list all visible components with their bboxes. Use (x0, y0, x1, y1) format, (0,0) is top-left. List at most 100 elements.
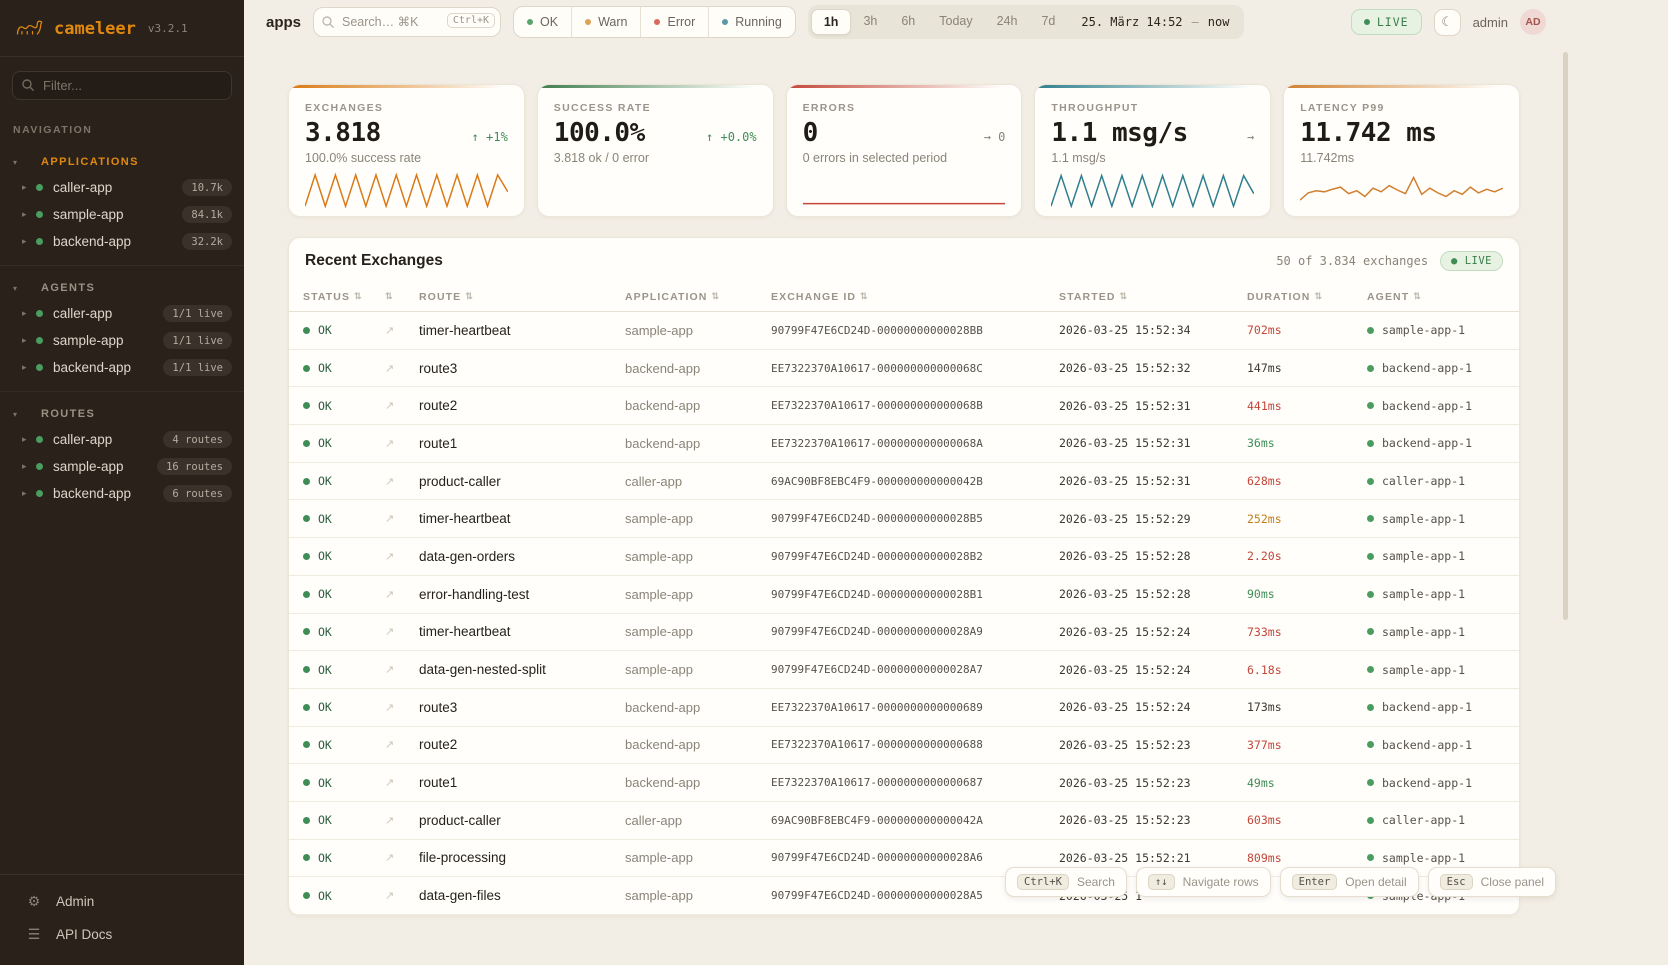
open-detail-icon[interactable]: ↗ (385, 851, 419, 864)
chevron-right-icon: ▸ (22, 362, 36, 373)
open-detail-icon[interactable]: ↗ (385, 663, 419, 676)
range-button-6h[interactable]: 6h (889, 9, 927, 35)
table-row[interactable]: OK↗error-handling-testsample-app90799F47… (289, 576, 1519, 614)
api-docs-label: API Docs (56, 927, 112, 942)
table-row[interactable]: OK↗route2backend-appEE7322370A10617-0000… (289, 727, 1519, 765)
application-cell: sample-app (625, 587, 771, 602)
stat-subtitle: 11.742ms (1300, 151, 1503, 165)
open-detail-icon[interactable]: ↗ (385, 362, 419, 375)
open-detail-icon[interactable]: ↗ (385, 738, 419, 751)
status-label: OK (318, 663, 332, 677)
keyboard-hints: Ctrl+KSearch↑↓Navigate rowsEnterOpen det… (1005, 867, 1556, 897)
range-button-1h[interactable]: 1h (811, 9, 852, 35)
stat-delta: → (1247, 130, 1254, 144)
table-row[interactable]: OK↗data-gen-orderssample-app90799F47E6CD… (289, 538, 1519, 576)
started-cell: 2026-03-25 15:52:24 (1059, 663, 1247, 677)
open-detail-icon[interactable]: ↗ (385, 889, 419, 902)
sidebar-item-backend-app[interactable]: ▸backend-app32.2k (0, 228, 244, 255)
sidebar-item-sample-app[interactable]: ▸sample-app16 routes (0, 453, 244, 480)
table-row[interactable]: OK↗timer-heartbeatsample-app90799F47E6CD… (289, 500, 1519, 538)
live-toggle[interactable]: LIVE (1351, 9, 1422, 35)
open-detail-icon[interactable]: ↗ (385, 814, 419, 827)
sidebar-item-sample-app[interactable]: ▸sample-app1/1 live (0, 327, 244, 354)
stat-subtitle: 100.0% success rate (305, 151, 508, 165)
section-header-applications[interactable]: ▾APPLICATIONS (0, 150, 244, 174)
sidebar-item-caller-app[interactable]: ▸caller-app4 routes (0, 426, 244, 453)
open-detail-icon[interactable]: ↗ (385, 550, 419, 563)
column-header-status[interactable]: STATUS⇅ (289, 291, 385, 303)
open-detail-icon[interactable]: ↗ (385, 588, 419, 601)
item-label: caller-app (53, 432, 112, 447)
open-detail-icon[interactable]: ↗ (385, 776, 419, 789)
column-header-started[interactable]: STARTED⇅ (1059, 291, 1247, 303)
column-header-application[interactable]: APPLICATION⇅ (625, 291, 771, 303)
sidebar-item-backend-app[interactable]: ▸backend-app6 routes (0, 480, 244, 507)
table-row[interactable]: OK↗product-callercaller-app69AC90BF8EBC4… (289, 463, 1519, 501)
exchange-id-cell: EE7322370A10617-0000000000000688 (771, 738, 1059, 751)
open-detail-icon[interactable]: ↗ (385, 475, 419, 488)
sidebar-item-caller-app[interactable]: ▸caller-app10.7k (0, 174, 244, 201)
section-header-routes[interactable]: ▾ROUTES (0, 402, 244, 426)
filter-input[interactable] (12, 71, 232, 100)
open-detail-icon[interactable]: ↗ (385, 324, 419, 337)
table-row[interactable]: OK↗timer-heartbeatsample-app90799F47E6CD… (289, 312, 1519, 350)
search-icon (321, 15, 335, 34)
table-row[interactable]: OK↗route1backend-appEE7322370A10617-0000… (289, 764, 1519, 802)
column-header-expand[interactable]: ⇅ (385, 291, 419, 302)
exchange-id-cell: 90799F47E6CD24D-00000000000028B1 (771, 588, 1059, 601)
open-detail-icon[interactable]: ↗ (385, 512, 419, 525)
route-cell: data-gen-orders (419, 549, 625, 564)
sidebar-item-api-docs[interactable]: ☰ API Docs (0, 918, 244, 951)
recent-exchanges-card: Recent Exchanges 50 of 3.834 exchanges ●… (288, 237, 1520, 916)
sidebar-footer: ⚙ Admin ☰ API Docs (0, 874, 244, 965)
column-header-agent[interactable]: AGENT⇅ (1367, 291, 1519, 303)
sidebar-item-caller-app[interactable]: ▸caller-app1/1 live (0, 300, 244, 327)
table-row[interactable]: OK↗product-callercaller-app69AC90BF8EBC4… (289, 802, 1519, 840)
agent-dot-icon (1367, 628, 1374, 635)
status-filter-ok[interactable]: OK (514, 7, 572, 37)
status-filter-warn[interactable]: Warn (572, 7, 641, 37)
theme-toggle[interactable]: ☾ (1434, 9, 1461, 36)
table-meta: 50 of 3.834 exchanges (1276, 254, 1428, 268)
table-row[interactable]: OK↗route3backend-appEE7322370A10617-0000… (289, 689, 1519, 727)
agent-cell: backend-app-1 (1367, 436, 1519, 450)
open-detail-icon[interactable]: ↗ (385, 437, 419, 450)
sidebar-item-sample-app[interactable]: ▸sample-app84.1k (0, 201, 244, 228)
route-cell: route1 (419, 436, 625, 451)
status-filter-error[interactable]: Error (641, 7, 709, 37)
status-filter-running[interactable]: Running (709, 7, 795, 37)
range-button-3h[interactable]: 3h (851, 9, 889, 35)
column-header-duration[interactable]: DURATION⇅ (1247, 291, 1367, 303)
scrollbar-thumb[interactable] (1563, 52, 1568, 620)
table-row[interactable]: OK↗route1backend-appEE7322370A10617-0000… (289, 425, 1519, 463)
open-detail-icon[interactable]: ↗ (385, 625, 419, 638)
agent-dot-icon (1367, 817, 1374, 824)
item-badge: 32.2k (182, 233, 232, 250)
column-header-exchange-id[interactable]: EXCHANGE ID⇅ (771, 291, 1059, 303)
agent-label: sample-app-1 (1382, 549, 1465, 563)
range-button-24h[interactable]: 24h (985, 9, 1030, 35)
table-row[interactable]: OK↗route2backend-appEE7322370A10617-0000… (289, 387, 1519, 425)
range-button-7d[interactable]: 7d (1029, 9, 1067, 35)
status-cell: OK (289, 738, 385, 752)
sparkline (1051, 172, 1254, 208)
route-cell: error-handling-test (419, 587, 625, 602)
agent-label: sample-app-1 (1382, 323, 1465, 337)
table-row[interactable]: OK↗route3backend-appEE7322370A10617-0000… (289, 350, 1519, 388)
avatar[interactable]: AD (1520, 9, 1546, 35)
sidebar-item-backend-app[interactable]: ▸backend-app1/1 live (0, 354, 244, 381)
sidebar-item-admin[interactable]: ⚙ Admin (0, 885, 244, 918)
column-header-route[interactable]: ROUTE⇅ (419, 291, 625, 303)
range-button-today[interactable]: Today (927, 9, 984, 35)
open-detail-icon[interactable]: ↗ (385, 701, 419, 714)
started-cell: 2026-03-25 15:52:29 (1059, 512, 1247, 526)
status-label: OK (318, 323, 332, 337)
section-header-agents[interactable]: ▾AGENTS (0, 276, 244, 300)
exchange-id-cell: EE7322370A10617-0000000000000687 (771, 776, 1059, 789)
item-label: sample-app (53, 333, 124, 348)
open-detail-icon[interactable]: ↗ (385, 399, 419, 412)
agent-cell: backend-app-1 (1367, 361, 1519, 375)
table-row[interactable]: OK↗data-gen-nested-splitsample-app90799F… (289, 651, 1519, 689)
table-row[interactable]: OK↗timer-heartbeatsample-app90799F47E6CD… (289, 614, 1519, 652)
search-shortcut-badge: Ctrl+K (447, 13, 495, 28)
